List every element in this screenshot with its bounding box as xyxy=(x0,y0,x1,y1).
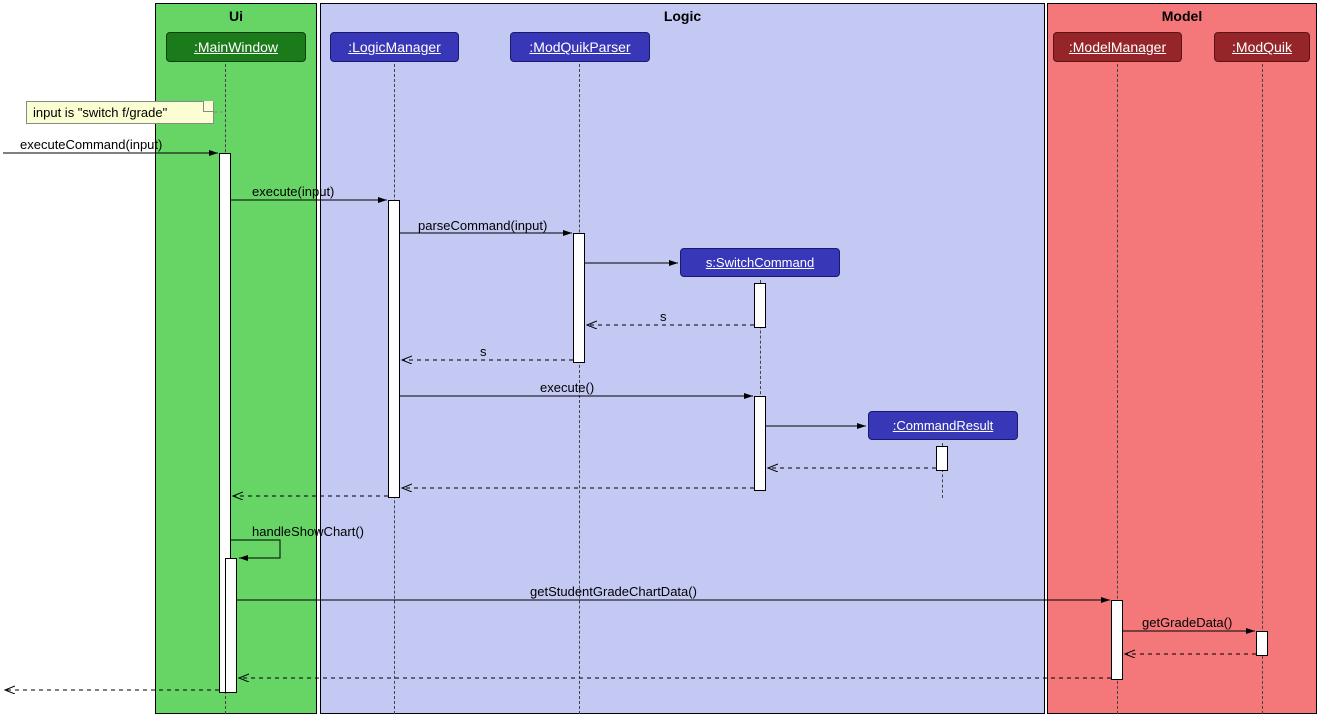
region-logic-title: Logic xyxy=(664,8,701,24)
lifeline-modquik xyxy=(1262,64,1263,714)
msg-handleshowchart: handleShowChart() xyxy=(252,524,364,539)
participant-mainwindow: :MainWindow xyxy=(166,32,306,62)
region-ui-title: Ui xyxy=(229,8,243,24)
activation-logicmanager xyxy=(388,200,400,498)
activation-modelmanager xyxy=(1111,600,1123,680)
msg-return-s2: s xyxy=(480,344,487,359)
participant-commandresult: :CommandResult xyxy=(868,411,1018,440)
region-logic: Logic xyxy=(320,3,1045,714)
msg-executecommand: executeCommand(input) xyxy=(20,137,162,152)
participant-modelmanager: :ModelManager xyxy=(1053,32,1182,62)
msg-return-s1: s xyxy=(660,309,667,324)
activation-modquik xyxy=(1256,631,1268,656)
activation-switch-exec xyxy=(754,396,766,491)
note-input: input is "switch f/grade" xyxy=(26,101,214,124)
activation-mainwindow-inner xyxy=(225,558,237,693)
msg-execute: execute() xyxy=(540,380,594,395)
region-model-title: Model xyxy=(1162,8,1202,24)
msg-getstudentgradechartdata: getStudentGradeChartData() xyxy=(530,584,697,599)
msg-execute-input: execute(input) xyxy=(252,184,334,199)
activation-parser xyxy=(573,233,585,363)
activation-cmdres xyxy=(936,446,948,471)
msg-parsecommand: parseCommand(input) xyxy=(418,218,547,233)
activation-switch-create xyxy=(754,283,766,328)
participant-parser: :ModQuikParser xyxy=(510,32,650,62)
participant-switchcommand: s:SwitchCommand xyxy=(680,248,840,277)
participant-modquik: :ModQuik xyxy=(1214,32,1310,62)
participant-logicmanager: :LogicManager xyxy=(330,32,459,62)
region-model: Model xyxy=(1047,3,1317,714)
msg-getgradedata: getGradeData() xyxy=(1142,615,1232,630)
